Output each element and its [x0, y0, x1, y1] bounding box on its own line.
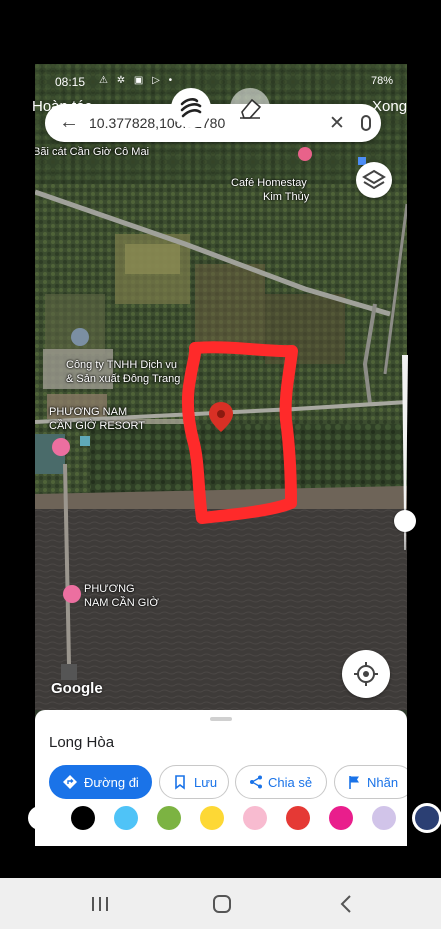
swatch-black[interactable]: [71, 806, 95, 830]
swatch-magenta[interactable]: [329, 806, 353, 830]
swatch-red[interactable]: [286, 806, 310, 830]
red-annotation-stroke: [181, 341, 298, 524]
screen: 08:15 ⚠ ✲ ▣ ▷ • 78% ← 10.377828,106.9278…: [0, 0, 441, 929]
swatch-lavender[interactable]: [372, 806, 396, 830]
recent-apps-icon: [92, 897, 108, 911]
back-button[interactable]: [331, 890, 361, 918]
recent-apps-button[interactable]: [85, 890, 115, 918]
swatch-pink[interactable]: [243, 806, 267, 830]
home-icon: [213, 895, 231, 913]
color-palette: [0, 800, 441, 836]
home-button[interactable]: [207, 890, 237, 918]
swatch-yellow[interactable]: [200, 806, 224, 830]
scribble-icon: [180, 98, 202, 118]
done-button[interactable]: Xong: [372, 98, 407, 115]
back-icon: [340, 895, 351, 913]
system-nav-bar: [0, 878, 441, 929]
eraser-icon: [240, 98, 262, 119]
swatch-light-blue[interactable]: [114, 806, 138, 830]
swatch-navy[interactable]: [415, 806, 439, 830]
freehand-drawing: [181, 341, 298, 524]
pen-size-slider-knob[interactable]: [394, 509, 416, 532]
eraser-tool-button[interactable]: [230, 88, 270, 128]
undo-button[interactable]: Hoàn tác: [32, 98, 92, 115]
swatch-white[interactable]: [28, 806, 52, 830]
pen-tool-button[interactable]: [171, 88, 211, 128]
swatch-green[interactable]: [157, 806, 181, 830]
